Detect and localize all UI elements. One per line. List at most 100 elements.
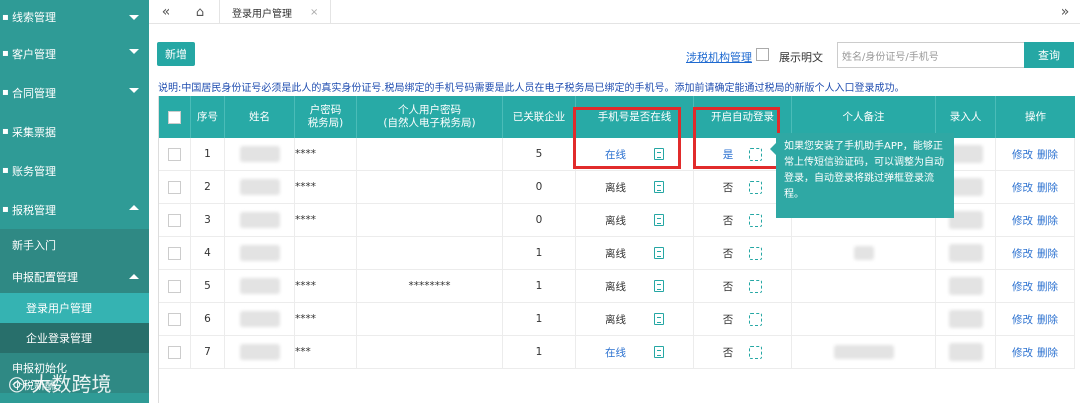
cell-personal-password xyxy=(357,204,503,237)
redacted-name xyxy=(239,311,280,327)
cell-name xyxy=(225,336,295,369)
add-button[interactable]: 新增 xyxy=(157,42,195,66)
cell-tax-password: **** xyxy=(295,270,357,303)
redacted-name xyxy=(239,212,280,228)
row-checkbox-cell xyxy=(159,171,191,204)
sidebar-item-newbie[interactable]: 新手入门 xyxy=(0,229,149,261)
edit-link[interactable]: 修改 xyxy=(1012,246,1033,261)
sidebar-item-clues[interactable]: ▪ 线索管理 xyxy=(0,0,149,34)
row-checkbox[interactable] xyxy=(168,345,181,359)
close-icon[interactable]: × xyxy=(310,7,318,18)
row-checkbox[interactable] xyxy=(168,213,181,227)
sidebar-item-enterprise-login[interactable]: 企业登录管理 xyxy=(0,323,149,353)
sidebar-item-accounts[interactable]: ▪ 账务管理 xyxy=(0,151,149,190)
redacted-entry xyxy=(948,310,983,328)
show-plain-checkbox[interactable] xyxy=(756,48,769,61)
cell-phone-online: 离线 xyxy=(576,171,694,204)
select-all-checkbox[interactable] xyxy=(168,110,181,124)
document-icon[interactable] xyxy=(654,280,664,292)
personal-password-value: ******** xyxy=(408,280,451,292)
home-icon[interactable]: ⌂ xyxy=(189,0,211,24)
row-checkbox[interactable] xyxy=(168,279,181,293)
delete-link[interactable]: 删除 xyxy=(1037,312,1058,327)
redacted-name xyxy=(239,278,280,294)
edit-link[interactable]: 修改 xyxy=(1012,345,1033,360)
online-status[interactable]: 在线 xyxy=(605,345,626,360)
header-line: 税务局) xyxy=(307,117,344,129)
cell-phone-online: 离线 xyxy=(576,303,694,336)
linked-count: 1 xyxy=(535,346,543,358)
sidebar-item-customers[interactable]: ▪ 客户管理 xyxy=(0,34,149,73)
toggle-link-icon[interactable] xyxy=(749,345,763,359)
header-line: (自然人电子税务局) xyxy=(383,117,476,129)
document-icon[interactable] xyxy=(654,181,664,193)
cell-personal-password xyxy=(357,138,503,171)
query-button[interactable]: 查询 xyxy=(1024,42,1074,68)
online-status: 离线 xyxy=(605,313,626,326)
toggle-link-icon[interactable] xyxy=(749,180,763,194)
seq-value: 5 xyxy=(204,280,211,292)
sidebar-item-declare-config[interactable]: 申报配置管理 xyxy=(0,261,149,293)
password-value: **** xyxy=(295,313,316,325)
chevron-down-icon xyxy=(129,49,139,54)
auto-login-status: 否 xyxy=(722,214,734,227)
document-icon[interactable] xyxy=(654,313,664,325)
delete-link[interactable]: 删除 xyxy=(1037,246,1058,261)
auto-login-status: 否 xyxy=(722,247,734,260)
cell-phone-online: 离线 xyxy=(576,237,694,270)
search-input[interactable]: 姓名/身份证号/手机号 xyxy=(837,42,1025,68)
cell-tax-password: **** xyxy=(295,303,357,336)
highlight-box-online xyxy=(573,107,681,169)
chevron-down-icon xyxy=(129,88,139,93)
collapse-left-icon[interactable]: « xyxy=(155,0,177,24)
edit-link[interactable]: 修改 xyxy=(1012,279,1033,294)
cell-entry xyxy=(936,270,996,303)
header-tax-password: 户密码 税务局) xyxy=(295,96,357,138)
row-checkbox[interactable] xyxy=(168,312,181,326)
row-checkbox[interactable] xyxy=(168,147,181,161)
edit-link[interactable]: 修改 xyxy=(1012,147,1033,162)
row-checkbox[interactable] xyxy=(168,180,181,194)
highlight-box-auto xyxy=(693,107,780,169)
cell-tax-password: **** xyxy=(295,204,357,237)
toggle-link-icon[interactable] xyxy=(749,312,763,326)
toggle-link-icon[interactable] xyxy=(749,246,763,260)
delete-link[interactable]: 删除 xyxy=(1037,345,1058,360)
online-status: 离线 xyxy=(605,181,626,194)
sidebar-item-label: 新手入门 xyxy=(12,239,56,252)
logo-icon: ◎ xyxy=(8,370,26,395)
delete-link[interactable]: 删除 xyxy=(1037,213,1058,228)
delete-link[interactable]: 删除 xyxy=(1037,147,1058,162)
watermark-logo: ◎ 大数跨境 xyxy=(8,368,111,397)
row-checkbox[interactable] xyxy=(168,246,181,260)
sidebar-item-tax[interactable]: ▪ 报税管理 xyxy=(0,190,149,229)
sidebar-item-contracts[interactable]: ▪ 合同管理 xyxy=(0,73,149,112)
row-checkbox-cell xyxy=(159,204,191,237)
row-checkbox-cell xyxy=(159,237,191,270)
ledger-icon: ▪ xyxy=(2,165,9,176)
cell-seq: 2 xyxy=(191,171,225,204)
cell-tax-password xyxy=(295,237,357,270)
sidebar-item-receipts[interactable]: ▪ 采集票据 xyxy=(0,112,149,151)
toggle-link-icon[interactable] xyxy=(749,213,763,227)
expand-right-icon[interactable]: » xyxy=(1054,0,1076,24)
cell-linked: 5 xyxy=(503,138,576,171)
cell-remark xyxy=(792,303,936,336)
cell-personal-password: ******** xyxy=(357,270,503,303)
delete-link[interactable]: 删除 xyxy=(1037,279,1058,294)
edit-link[interactable]: 修改 xyxy=(1012,312,1033,327)
password-value: **** xyxy=(295,214,316,226)
sidebar-item-login-user[interactable]: 登录用户管理 xyxy=(0,293,149,323)
document-icon[interactable] xyxy=(654,214,664,226)
document-icon[interactable] xyxy=(654,247,664,259)
password-value: **** xyxy=(295,148,316,160)
redacted-remark xyxy=(853,246,874,260)
edit-link[interactable]: 修改 xyxy=(1012,213,1033,228)
edit-link[interactable]: 修改 xyxy=(1012,180,1033,195)
tab-login-user[interactable]: 登录用户管理 × xyxy=(219,0,331,24)
toggle-link-icon[interactable] xyxy=(749,279,763,293)
document-icon[interactable] xyxy=(654,346,664,358)
header-entry: 录入人 xyxy=(936,96,996,138)
tax-org-link[interactable]: 涉税机构管理 xyxy=(686,49,752,65)
delete-link[interactable]: 删除 xyxy=(1037,180,1058,195)
